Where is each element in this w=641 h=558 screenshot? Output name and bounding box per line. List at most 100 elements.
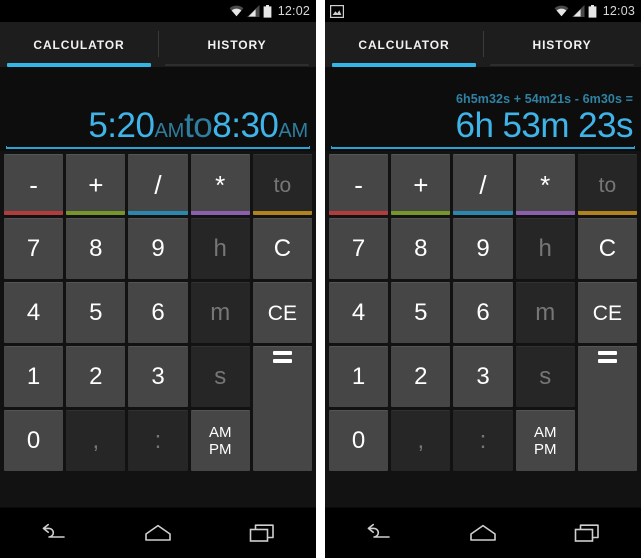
key-label: m <box>535 299 556 326</box>
keypad-grid: - + / * to 7 8 9 h C 4 5 6 m CE 1 2 3 s 0,: AM PM <box>329 154 637 471</box>
key-label: C <box>598 235 617 262</box>
key-0[interactable]: 0 <box>329 410 389 471</box>
key-3[interactable]: 3 <box>453 346 513 407</box>
key-8[interactable]: 8 <box>66 218 126 279</box>
equals-glyph <box>272 351 292 363</box>
nav-recents-icon[interactable] <box>560 513 616 553</box>
key-seconds[interactable]: s <box>190 346 250 407</box>
key-multiply[interactable]: * <box>515 154 575 215</box>
signal-icon <box>246 5 260 17</box>
key-0[interactable]: 0 <box>4 410 64 471</box>
tab-underline <box>490 64 634 66</box>
display-area[interactable]: 6h5m32s + 54m21s - 6m30s = 6h 53m 23s <box>325 67 641 151</box>
key-am-pm[interactable]: AM PM <box>190 410 250 471</box>
tab-history[interactable]: HISTORY <box>483 22 641 67</box>
key-am-pm[interactable]: AM PM <box>515 410 575 471</box>
key-1[interactable]: 1 <box>329 346 389 407</box>
key-equals[interactable] <box>577 346 637 471</box>
key-hours[interactable]: h <box>515 218 575 279</box>
key-seconds[interactable]: s <box>515 346 575 407</box>
key-label-line1: AM <box>208 423 232 441</box>
key-label: h <box>538 235 552 262</box>
wifi-icon <box>554 5 569 17</box>
key-4[interactable]: 4 <box>329 282 389 343</box>
key-to[interactable]: to <box>577 154 637 215</box>
key-label: 0 <box>26 427 41 454</box>
tab-calculator[interactable]: CALCULATOR <box>0 22 158 67</box>
key-accent-bar <box>577 211 637 215</box>
key-label: 6 <box>151 299 165 326</box>
key-label: , <box>417 427 425 454</box>
key-colon[interactable]: : <box>128 410 188 471</box>
key-plus[interactable]: + <box>391 154 451 215</box>
key-label: / <box>479 170 487 200</box>
result-segment: 5:20 <box>88 106 155 145</box>
key-minus[interactable]: - <box>329 154 389 215</box>
key-comma[interactable]: , <box>66 410 126 471</box>
key-6[interactable]: 6 <box>128 282 188 343</box>
key-minutes[interactable]: m <box>515 282 575 343</box>
key-6[interactable]: 6 <box>453 282 513 343</box>
key-label: 5 <box>414 299 428 326</box>
display-underline <box>331 146 635 149</box>
key-label: 7 <box>26 235 41 262</box>
key-minus[interactable]: - <box>4 154 64 215</box>
nav-home-icon[interactable] <box>455 513 511 553</box>
result-segment: 23s <box>578 106 633 145</box>
key-label: 2 <box>89 363 103 390</box>
nav-back-icon[interactable] <box>350 513 406 553</box>
key-to[interactable]: to <box>252 154 312 215</box>
tab-bar: CALCULATOR HISTORY <box>0 22 316 67</box>
key-label: * <box>215 170 226 200</box>
nav-recents-icon[interactable] <box>235 513 291 553</box>
key-1[interactable]: 1 <box>4 346 64 407</box>
result-segment: AM <box>278 120 308 142</box>
key-divide[interactable]: / <box>453 154 513 215</box>
key-5[interactable]: 5 <box>391 282 451 343</box>
tab-calculator[interactable]: CALCULATOR <box>325 22 483 67</box>
key-2[interactable]: 2 <box>66 346 126 407</box>
key-clear-entry[interactable]: CE <box>252 282 312 343</box>
key-label: 1 <box>351 363 366 390</box>
key-label: 4 <box>26 299 41 326</box>
key-7[interactable]: 7 <box>4 218 64 279</box>
key-accent-bar <box>190 211 250 215</box>
key-divide[interactable]: / <box>128 154 188 215</box>
tab-label: HISTORY <box>207 37 267 52</box>
key-label: CE <box>267 301 297 325</box>
nav-back-icon[interactable] <box>25 513 81 553</box>
key-3[interactable]: 3 <box>128 346 188 407</box>
key-label: : <box>479 427 487 454</box>
key-clear[interactable]: C <box>252 218 312 279</box>
nav-home-icon[interactable] <box>130 513 186 553</box>
key-equals[interactable] <box>252 346 312 471</box>
key-label: 5 <box>89 299 103 326</box>
key-4[interactable]: 4 <box>4 282 64 343</box>
key-2[interactable]: 2 <box>391 346 451 407</box>
key-label: * <box>540 170 551 200</box>
tab-divider <box>158 31 159 57</box>
key-clear[interactable]: C <box>577 218 637 279</box>
key-8[interactable]: 8 <box>391 218 451 279</box>
key-label: s <box>539 363 552 390</box>
key-label: 8 <box>414 235 428 262</box>
key-7[interactable]: 7 <box>329 218 389 279</box>
key-label: 9 <box>476 235 490 262</box>
display-area[interactable]: 5:20AMto8:30AM <box>0 67 316 151</box>
key-clear-entry[interactable]: CE <box>577 282 637 343</box>
screenshot-root: 12:02 CALCULATOR HISTORY 5:20AMto8:30AM - + /… <box>0 0 641 558</box>
key-multiply[interactable]: * <box>190 154 250 215</box>
key-colon[interactable]: : <box>453 410 513 471</box>
status-bar-clock: 12:02 <box>277 4 310 18</box>
navigation-bar <box>0 507 316 558</box>
key-5[interactable]: 5 <box>66 282 126 343</box>
key-accent-bar <box>4 211 64 215</box>
key-9[interactable]: 9 <box>453 218 513 279</box>
key-accent-bar <box>128 211 188 215</box>
key-comma[interactable]: , <box>391 410 451 471</box>
tab-history[interactable]: HISTORY <box>158 22 316 67</box>
key-hours[interactable]: h <box>190 218 250 279</box>
key-minutes[interactable]: m <box>190 282 250 343</box>
key-plus[interactable]: + <box>66 154 126 215</box>
key-9[interactable]: 9 <box>128 218 188 279</box>
